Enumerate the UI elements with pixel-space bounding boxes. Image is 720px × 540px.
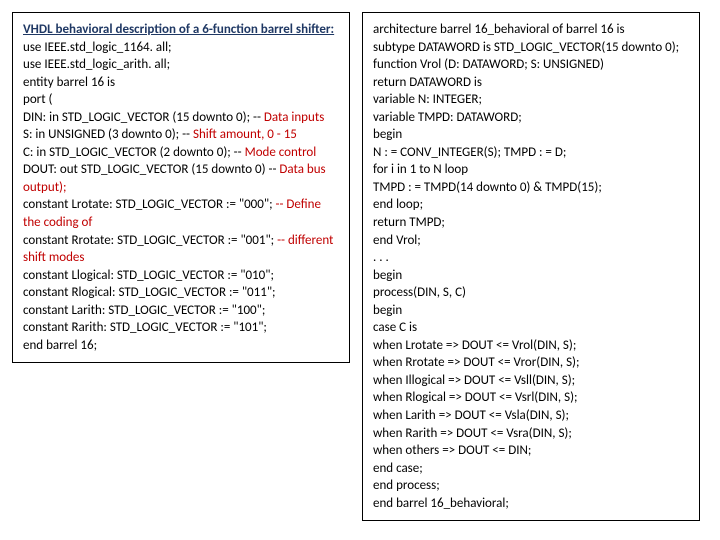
right-code-body: architecture barrel 16_behavioral of bar… — [373, 21, 689, 512]
code-line: begin — [373, 302, 689, 320]
code-line: use IEEE.std_logic_1164. all; — [23, 39, 339, 57]
code-line: variable N: INTEGER; — [373, 91, 689, 109]
code-line: when Rlogical => DOUT <= Vsrl(DIN, S); — [373, 389, 689, 407]
code-line: when Illogical => DOUT <= Vsll(DIN, S); — [373, 372, 689, 390]
code-line: architecture barrel 16_behavioral of bar… — [373, 21, 689, 39]
code-text: S: in UNSIGNED (3 downto 0); -- — [23, 127, 193, 142]
code-text: DOUT: out STD_LOGIC_VECTOR (15 downto 0)… — [23, 162, 279, 177]
code-line: C: in STD_LOGIC_VECTOR (2 downto 0); -- … — [23, 144, 339, 162]
code-line: entity barrel 16 is — [23, 74, 339, 92]
code-text: constant Rlogical: STD_LOGIC_VECTOR := "… — [23, 285, 276, 300]
code-line: constant Llogical: STD_LOGIC_VECTOR := "… — [23, 267, 339, 285]
code-line: constant Rarith: STD_LOGIC_VECTOR := "10… — [23, 319, 339, 337]
code-line: for i in 1 to N loop — [373, 161, 689, 179]
code-line: constant Rrotate: STD_LOGIC_VECTOR := "0… — [23, 232, 339, 267]
code-line: . . . — [373, 249, 689, 267]
two-column-layout: VHDL behavioral description of a 6-funct… — [12, 12, 708, 521]
code-comment: Data inputs — [264, 110, 324, 125]
code-line: when Lrotate => DOUT <= Vrol(DIN, S); — [373, 337, 689, 355]
code-line: case C is — [373, 319, 689, 337]
right-code-box: architecture barrel 16_behavioral of bar… — [362, 12, 700, 521]
code-text: constant Llogical: STD_LOGIC_VECTOR := "… — [23, 268, 274, 283]
code-line: use IEEE.std_logic_arith. all; — [23, 56, 339, 74]
code-line: begin — [373, 126, 689, 144]
code-line: return TMPD; — [373, 214, 689, 232]
code-text: port ( — [23, 92, 52, 107]
code-line: end barrel 16_behavioral; — [373, 495, 689, 513]
code-line: end Vrol; — [373, 232, 689, 250]
left-code-box: VHDL behavioral description of a 6-funct… — [12, 12, 350, 363]
code-comment: Shift amount, 0 - 15 — [193, 127, 297, 142]
code-line: end case; — [373, 460, 689, 478]
code-text: end barrel 16; — [23, 338, 97, 353]
code-line: TMPD : = TMPD(14 downto 0) & TMPD(15); — [373, 179, 689, 197]
code-text: use IEEE.std_logic_1164. all; — [23, 40, 172, 55]
code-line: DOUT: out STD_LOGIC_VECTOR (15 downto 0)… — [23, 161, 339, 196]
code-line: constant Rlogical: STD_LOGIC_VECTOR := "… — [23, 284, 339, 302]
code-line: DIN: in STD_LOGIC_VECTOR (15 downto 0); … — [23, 109, 339, 127]
code-line: S: in UNSIGNED (3 downto 0); -- Shift am… — [23, 126, 339, 144]
left-code-body: use IEEE.std_logic_1164. all; use IEEE.st… — [23, 39, 339, 355]
code-text: C: in STD_LOGIC_VECTOR (2 downto 0); -- — [23, 145, 245, 160]
code-line: process(DIN, S, C) — [373, 284, 689, 302]
code-line: end process; — [373, 477, 689, 495]
code-line: when Rrotate => DOUT <= Vror(DIN, S); — [373, 354, 689, 372]
code-line: constant Lrotate: STD_LOGIC_VECTOR := "0… — [23, 196, 339, 231]
code-text: use IEEE.std_logic_arith. all; — [23, 57, 170, 72]
code-line: when others => DOUT <= DIN; — [373, 442, 689, 460]
code-text: constant Rrotate: STD_LOGIC_VECTOR := "0… — [23, 233, 277, 248]
code-text: constant Rarith: STD_LOGIC_VECTOR := "10… — [23, 320, 267, 335]
code-line: when Rarith => DOUT <= Vsra(DIN, S); — [373, 425, 689, 443]
code-line: end loop; — [373, 196, 689, 214]
code-line: variable TMPD: DATAWORD; — [373, 109, 689, 127]
code-line: return DATAWORD is — [373, 74, 689, 92]
code-line: constant Larith: STD_LOGIC_VECTOR := "10… — [23, 302, 339, 320]
code-line: N : = CONV_INTEGER(S); TMPD : = D; — [373, 144, 689, 162]
code-text: constant Larith: STD_LOGIC_VECTOR := "10… — [23, 303, 265, 318]
code-title: VHDL behavioral description of a 6-funct… — [23, 21, 339, 39]
code-line: port ( — [23, 91, 339, 109]
code-text: entity barrel 16 is — [23, 75, 115, 90]
code-text: constant Lrotate: STD_LOGIC_VECTOR := "0… — [23, 197, 275, 212]
code-line: end barrel 16; — [23, 337, 339, 355]
code-line: subtype DATAWORD is STD_LOGIC_VECTOR(15 … — [373, 39, 689, 57]
code-line: begin — [373, 267, 689, 285]
code-line: when Larith => DOUT <= Vsla(DIN, S); — [373, 407, 689, 425]
code-line: function Vrol (D: DATAWORD; S: UNSIGNED) — [373, 56, 689, 74]
code-text: DIN: in STD_LOGIC_VECTOR (15 downto 0); … — [23, 110, 264, 125]
code-comment: Mode control — [245, 145, 317, 160]
